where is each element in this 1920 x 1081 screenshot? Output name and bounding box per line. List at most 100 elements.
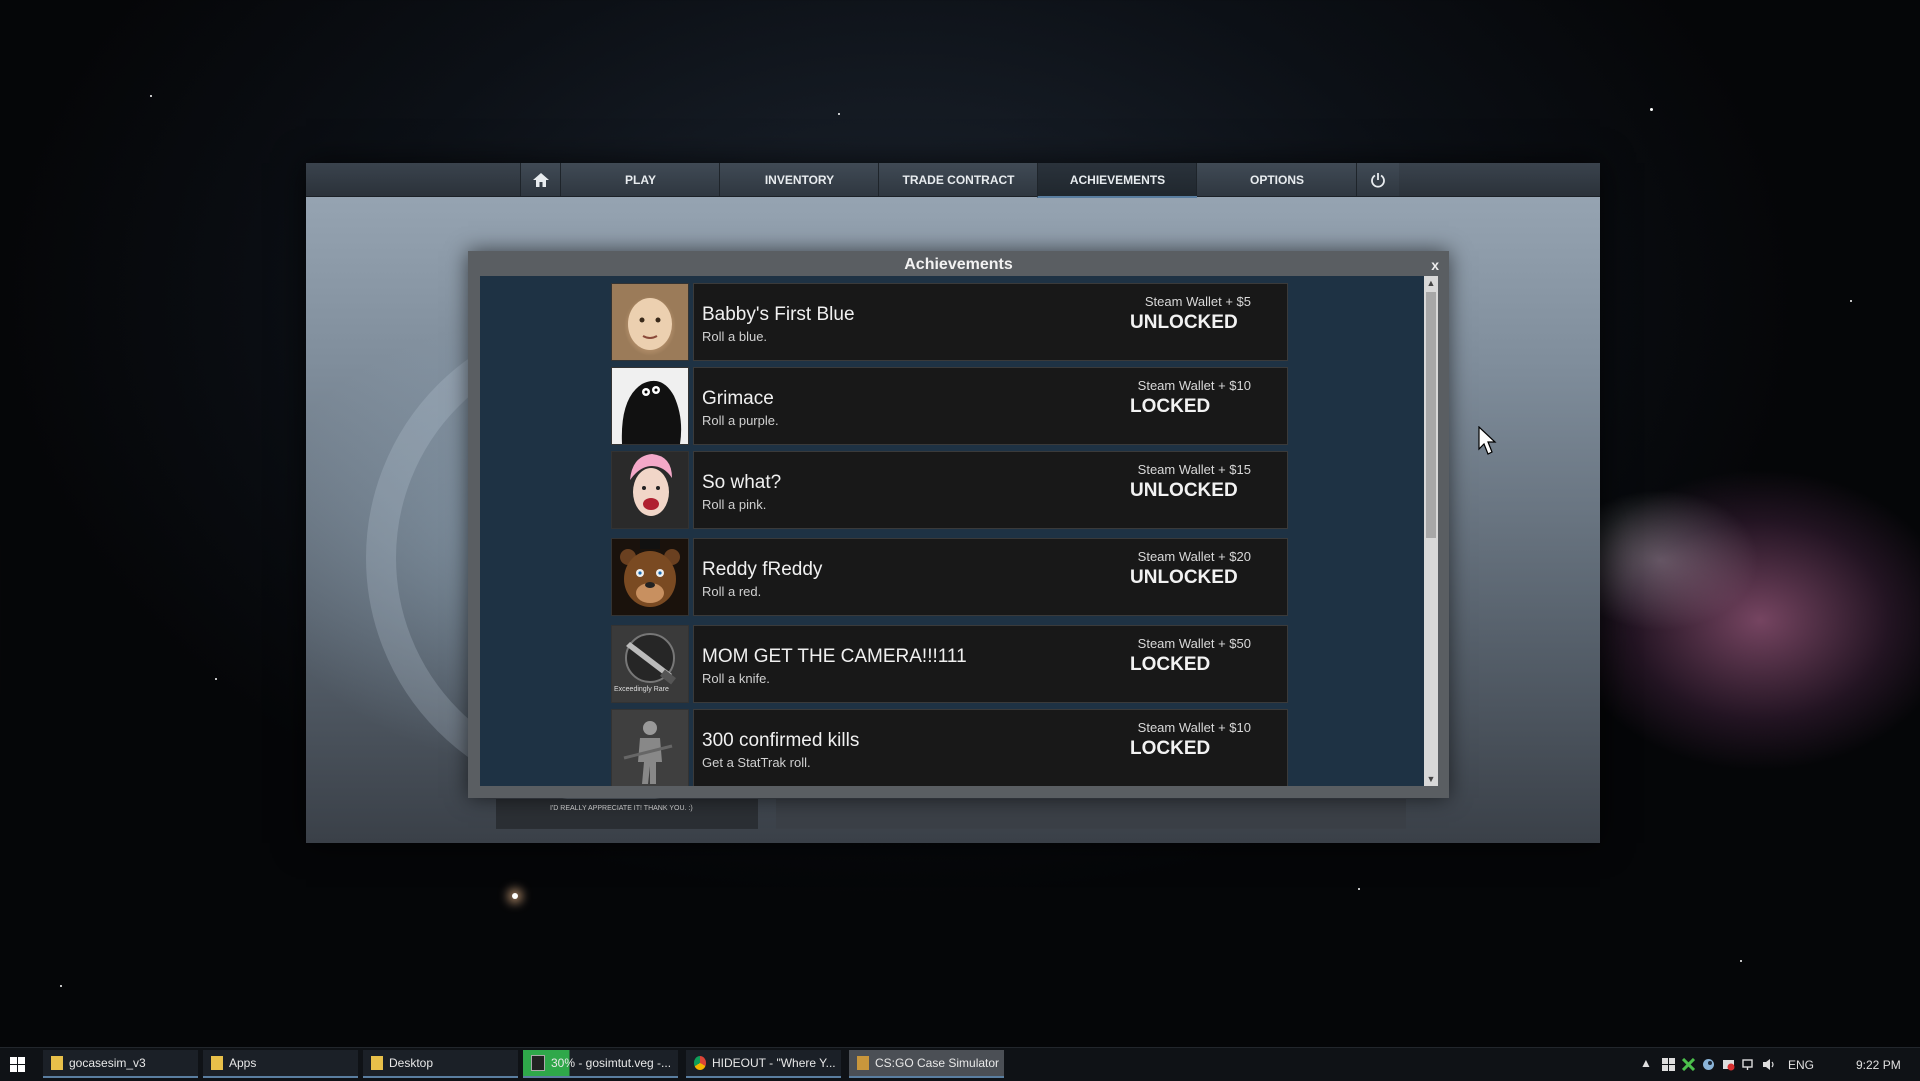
taskbar-item-gocasesim[interactable]: gocasesim_v3 [43, 1050, 198, 1078]
taskbar-item-label: CS:GO Case Simulator [875, 1056, 1000, 1070]
achievement-status: LOCKED [1130, 738, 1211, 759]
grimace-icon [621, 380, 682, 444]
clock[interactable]: 9:22 PM [1856, 1058, 1901, 1072]
achievement-card: Reddy fReddy Roll a red. Steam Wallet + … [693, 538, 1288, 616]
taskbar-item-vegas[interactable]: 30% - gosimtut.veg -... [523, 1050, 678, 1078]
achievement-title: MOM GET THE CAMERA!!!111 [702, 646, 967, 667]
achievement-description: Roll a purple. [702, 413, 779, 428]
language-indicator[interactable]: ENG [1788, 1058, 1814, 1072]
freddy-bear-icon [620, 539, 680, 607]
star [1740, 960, 1742, 962]
star [215, 678, 217, 680]
achievement-card: Grimace Roll a purple. Steam Wallet + $1… [693, 367, 1288, 445]
system-tray: ▲ ENG 9:22 PM [1620, 1048, 1920, 1081]
nav-tab-inventory[interactable]: INVENTORY [719, 163, 879, 196]
star [60, 985, 62, 987]
volume-icon[interactable] [1762, 1058, 1775, 1071]
achievement-description: Roll a blue. [702, 329, 768, 344]
folder-icon [371, 1056, 383, 1070]
nav-power-button[interactable] [1356, 163, 1399, 196]
knife-icon: Exceedingly Rare [611, 625, 689, 703]
achievement-row: So what? Roll a pink. Steam Wallet + $15… [611, 451, 1288, 529]
achievements-list[interactable]: Babby's First Blue Roll a blue. Steam Wa… [480, 276, 1424, 786]
achievement-title: 300 confirmed kills [702, 730, 860, 751]
baby-face-icon [612, 284, 688, 360]
chrome-icon [694, 1056, 706, 1070]
folder-icon [211, 1056, 223, 1070]
folder-icon [51, 1056, 63, 1070]
windows-tray-icon[interactable] [1662, 1058, 1675, 1071]
star [512, 893, 518, 899]
nav-tab-play[interactable]: PLAY [560, 163, 720, 196]
security-alert-icon[interactable] [1722, 1058, 1735, 1071]
nav-tab-achievements[interactable]: ACHIEVEMENTS [1037, 163, 1197, 198]
power-icon [1371, 172, 1385, 188]
achievement-reward: Steam Wallet + $10 [1137, 720, 1251, 735]
achievement-description: Roll a pink. [702, 497, 767, 512]
case-icon [857, 1056, 869, 1070]
taskbar-item-csgo[interactable]: CS:GO Case Simulator [849, 1050, 1004, 1078]
achievement-description: Roll a red. [702, 584, 762, 599]
taskbar-item-label: HIDEOUT - "Where Y... [712, 1056, 836, 1070]
scrollbar[interactable]: ▲ ▼ [1424, 276, 1438, 786]
grimace-photo [611, 367, 689, 445]
achievement-status: UNLOCKED [1130, 567, 1238, 588]
freddy-photo [611, 538, 689, 616]
star [1850, 300, 1852, 302]
achievement-reward: Steam Wallet + $5 [1144, 294, 1251, 309]
home-icon [533, 172, 549, 187]
baby-photo [611, 283, 689, 361]
achievement-status: UNLOCKED [1130, 312, 1238, 333]
taskbar-item-label: Desktop [389, 1056, 434, 1070]
windows-start-icon[interactable] [10, 1057, 25, 1072]
scroll-thumb[interactable] [1426, 292, 1436, 538]
taskbar-item-label: Apps [229, 1056, 257, 1070]
nav-home-button[interactable] [520, 163, 561, 196]
achievement-status: LOCKED [1130, 654, 1211, 675]
mouse-cursor-icon [1478, 426, 1497, 455]
star [150, 95, 152, 97]
achievement-title: So what? [702, 472, 782, 493]
nav-tab-options[interactable]: OPTIONS [1196, 163, 1357, 196]
taskbar-item-label: gocasesim_v3 [69, 1056, 146, 1070]
taskbar-item-chrome[interactable]: HIDEOUT - "Where Y... [686, 1050, 841, 1078]
singer-face-icon [630, 454, 672, 516]
xbox-icon[interactable] [1682, 1058, 1695, 1071]
star [1358, 888, 1360, 890]
achievement-row: Exceedingly Rare MOM GET THE CAMERA!!!11… [611, 625, 1288, 703]
footer-bar [776, 799, 1406, 829]
achievement-card: So what? Roll a pink. Steam Wallet + $15… [693, 451, 1288, 529]
achievements-dialog: Achievements x Babby's First Blue Roll a… [468, 251, 1449, 798]
taskbar-item-desktop[interactable]: Desktop [363, 1050, 518, 1078]
achievement-title: Babby's First Blue [702, 304, 855, 325]
steam-icon[interactable] [1702, 1058, 1715, 1071]
achievement-reward: Steam Wallet + $10 [1137, 378, 1251, 393]
close-button[interactable]: x [1431, 257, 1439, 273]
rarity-caption: Exceedingly Rare [614, 686, 669, 693]
achievement-description: Roll a knife. [702, 671, 770, 686]
achievement-card: Babby's First Blue Roll a blue. Steam Wa… [693, 283, 1288, 361]
taskbar-item-apps[interactable]: Apps [203, 1050, 358, 1078]
taskbar: gocasesim_v3 Apps Desktop 30% - gosimtut… [0, 1047, 1920, 1081]
scroll-up-arrow-icon[interactable]: ▲ [1424, 276, 1438, 290]
achievement-row: 300 confirmed kills Get a StatTrak roll.… [611, 709, 1288, 786]
soldier-figure-icon [623, 721, 673, 784]
vegas-icon [531, 1055, 545, 1071]
pink-singer-photo [611, 451, 689, 529]
achievement-card: 300 confirmed kills Get a StatTrak roll.… [693, 709, 1288, 786]
achievement-reward: Steam Wallet + $50 [1137, 636, 1251, 651]
achievement-title: Reddy fReddy [702, 559, 823, 580]
achievement-row: Grimace Roll a purple. Steam Wallet + $1… [611, 367, 1288, 445]
footer-note: I'D REALLY APPRECIATE IT! THANK YOU. :) [550, 805, 693, 812]
achievement-row: Babby's First Blue Roll a blue. Steam Wa… [611, 283, 1288, 361]
taskbar-item-label: 30% - gosimtut.veg -... [551, 1056, 672, 1070]
nav-bar: PLAY INVENTORY TRADE CONTRACT ACHIEVEMEN… [306, 163, 1600, 198]
achievement-row: Reddy fReddy Roll a red. Steam Wallet + … [611, 538, 1288, 616]
scroll-down-arrow-icon[interactable]: ▼ [1424, 772, 1438, 786]
network-icon[interactable] [1742, 1058, 1755, 1071]
achievement-status: UNLOCKED [1130, 480, 1238, 501]
nav-tab-trade-contract[interactable]: TRADE CONTRACT [878, 163, 1038, 196]
achievement-reward: Steam Wallet + $20 [1137, 549, 1251, 564]
soldier-icon [611, 709, 689, 786]
tray-overflow-chevron-icon[interactable]: ▲ [1640, 1056, 1652, 1070]
